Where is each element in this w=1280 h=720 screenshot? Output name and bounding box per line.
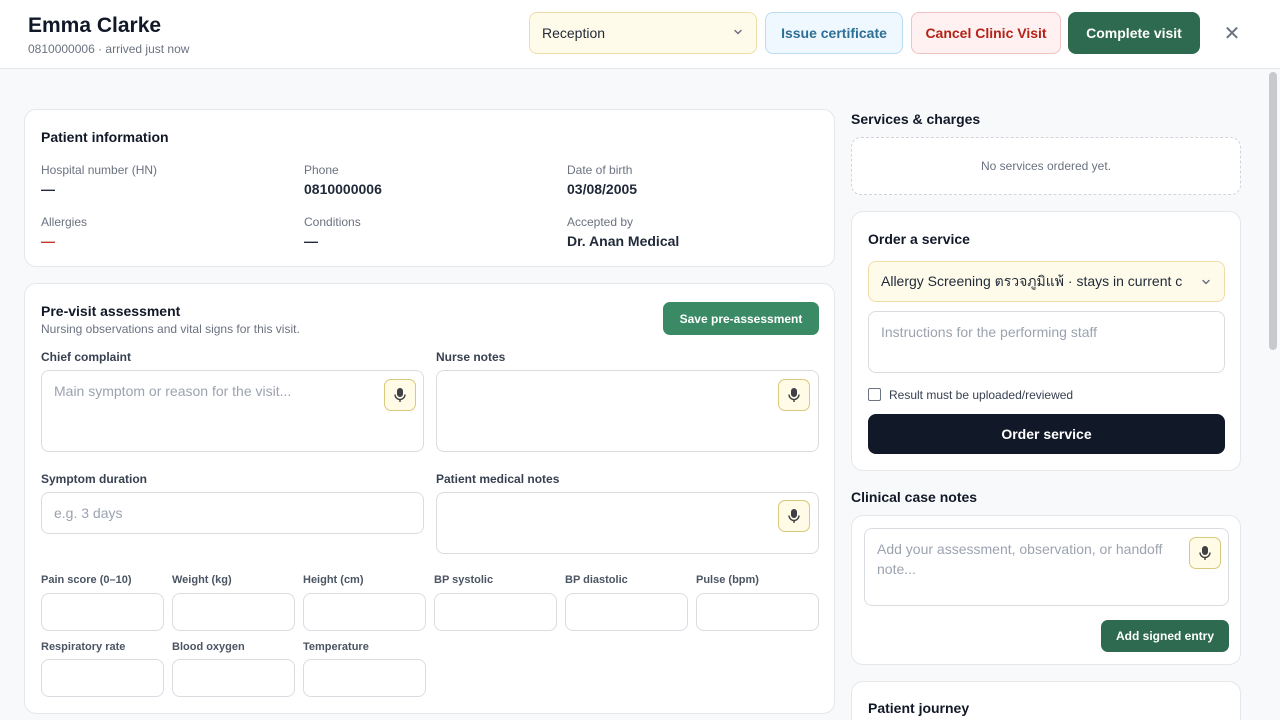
chief-complaint-input[interactable]: Main symptom or reason for the visit...: [41, 370, 424, 452]
case-notes-input[interactable]: Add your assessment, observation, or han…: [864, 528, 1229, 606]
bp-diastolic-input[interactable]: [565, 593, 688, 631]
save-pre-assessment-button[interactable]: Save pre-assessment: [663, 302, 819, 335]
result-review-checkbox[interactable]: [868, 388, 881, 401]
temperature-label: Temperature: [303, 641, 369, 653]
patient-medical-notes-label: Patient medical notes: [436, 472, 560, 486]
pre-visit-assessment-card: Pre-visit assessment Nursing observation…: [24, 283, 835, 714]
accepted-by-value: Dr. Anan Medical: [567, 233, 680, 249]
instructions-placeholder: Instructions for the performing staff: [881, 324, 1098, 340]
case-notes-title: Clinical case notes: [851, 489, 978, 505]
pulse-label: Pulse (bpm): [696, 574, 759, 586]
microphone-icon[interactable]: [778, 379, 810, 411]
pain-score-label: Pain score (0–10): [41, 574, 132, 586]
phone-value: 0810000006: [304, 181, 382, 197]
dob-label: Date of birth: [567, 163, 633, 177]
close-icon[interactable]: ✕: [1222, 22, 1242, 45]
pre-visit-title: Pre-visit assessment: [41, 303, 181, 319]
chief-complaint-placeholder: Main symptom or reason for the visit...: [54, 383, 292, 399]
chief-complaint-label: Chief complaint: [41, 350, 132, 364]
microphone-icon[interactable]: [778, 500, 810, 532]
hn-label: Hospital number (HN): [41, 163, 158, 177]
symptom-duration-label: Symptom duration: [41, 472, 148, 486]
height-label: Height (cm): [303, 574, 364, 586]
accepted-by-label: Accepted by: [567, 215, 634, 229]
nurse-notes-label: Nurse notes: [436, 350, 506, 364]
blood-oxygen-label: Blood oxygen: [172, 641, 245, 653]
chevron-down-icon: [732, 25, 744, 41]
temperature-input[interactable]: [303, 659, 426, 697]
nurse-notes-input[interactable]: [436, 370, 819, 452]
pre-visit-subtitle: Nursing observations and vital signs for…: [41, 322, 300, 336]
cancel-visit-button[interactable]: Cancel Clinic Visit: [911, 12, 1061, 54]
instructions-input[interactable]: Instructions for the performing staff: [868, 311, 1225, 373]
patient-medical-notes-input[interactable]: [436, 492, 819, 554]
hn-value: —: [41, 181, 55, 197]
case-notes-placeholder: Add your assessment, observation, or han…: [877, 541, 1163, 577]
patient-information-title: Patient information: [41, 129, 169, 145]
conditions-value: —: [304, 233, 318, 249]
allergies-value: —: [41, 233, 55, 249]
services-title: Services & charges: [851, 111, 981, 127]
bp-diastolic-label: BP diastolic: [565, 574, 628, 586]
services-empty-box: No services ordered yet.: [851, 137, 1241, 195]
conditions-label: Conditions: [304, 215, 361, 229]
result-review-label: Result must be uploaded/reviewed: [889, 388, 1074, 402]
respiratory-rate-input[interactable]: [41, 659, 164, 697]
scrollbar-thumb[interactable]: [1269, 72, 1277, 350]
microphone-icon[interactable]: [1189, 537, 1221, 569]
case-notes-card: Add your assessment, observation, or han…: [851, 515, 1241, 665]
patient-information-card: Patient information Hospital number (HN)…: [24, 109, 835, 267]
stage-select[interactable]: Reception: [529, 12, 757, 54]
dob-value: 03/08/2005: [567, 181, 638, 197]
complete-visit-button[interactable]: Complete visit: [1068, 12, 1200, 54]
patient-journey-title: Patient journey: [868, 700, 970, 716]
patient-subtitle: 0810000006 · arrived just now: [28, 42, 190, 56]
patient-journey-card: Patient journey: [851, 681, 1241, 720]
phone-label: Phone: [304, 163, 339, 177]
chevron-down-icon: [1200, 275, 1212, 291]
bp-systolic-label: BP systolic: [434, 574, 494, 586]
service-select-value: Allergy Screening ตรวจภูมิแพ้ · stays in…: [881, 272, 1183, 289]
issue-certificate-button[interactable]: Issue certificate: [765, 12, 903, 54]
weight-input[interactable]: [172, 593, 295, 631]
allergies-label: Allergies: [41, 215, 88, 229]
pulse-input[interactable]: [696, 593, 819, 631]
stage-select-value: Reception: [542, 25, 606, 41]
respiratory-rate-label: Respiratory rate: [41, 641, 126, 653]
add-signed-entry-button[interactable]: Add signed entry: [1101, 620, 1229, 652]
microphone-icon[interactable]: [384, 379, 416, 411]
visit-header: Emma Clarke 0810000006 · arrived just no…: [0, 0, 1280, 69]
order-service-title: Order a service: [868, 231, 970, 247]
order-service-button[interactable]: Order service: [868, 414, 1225, 454]
patient-name: Emma Clarke: [28, 14, 162, 37]
pain-score-input[interactable]: [41, 593, 164, 631]
symptom-duration-placeholder: e.g. 3 days: [54, 505, 123, 521]
height-input[interactable]: [303, 593, 426, 631]
bp-systolic-input[interactable]: [434, 593, 557, 631]
blood-oxygen-input[interactable]: [172, 659, 295, 697]
symptom-duration-input[interactable]: e.g. 3 days: [41, 492, 424, 534]
weight-label: Weight (kg): [172, 574, 232, 586]
services-empty-text: No services ordered yet.: [980, 159, 1112, 173]
service-select[interactable]: Allergy Screening ตรวจภูมิแพ้ · stays in…: [868, 261, 1225, 302]
order-service-card: Order a service Allergy Screening ตรวจภู…: [851, 211, 1241, 471]
